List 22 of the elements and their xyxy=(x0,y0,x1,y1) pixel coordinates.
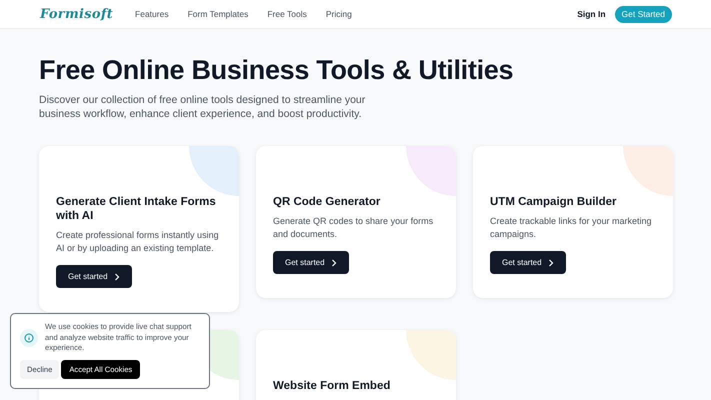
card-title: Generate Client Intake Forms with AI xyxy=(56,195,217,223)
sign-in-link[interactable]: Sign In xyxy=(577,9,606,19)
card-description: Create professional forms instantly using AI or by uploading an existing template. xyxy=(56,229,220,255)
card-title: QR Code Generator xyxy=(273,195,382,209)
page-subtitle: Discover our collection of free online tools designed to streamline your business workflow, enhance client experience, and boost productivity. xyxy=(39,93,366,121)
chevron-right-icon xyxy=(114,272,120,280)
card-title: UTM Campaign Builder xyxy=(490,195,618,209)
nav-link[interactable]: Pricing xyxy=(326,9,352,19)
nav-link[interactable]: Form Templates xyxy=(188,9,248,19)
get-started-button[interactable]: Get started xyxy=(490,251,566,274)
get-started-button[interactable]: Get started xyxy=(56,265,132,288)
card-description: Create trackable links for your marketing campaigns. xyxy=(490,215,653,241)
nav-link[interactable]: Features xyxy=(135,9,169,19)
chevron-right-icon xyxy=(548,258,554,266)
page-title: Free Online Business Tools & Utilities xyxy=(39,55,514,86)
nav-link[interactable]: Free Tools xyxy=(267,9,307,19)
chevron-right-icon xyxy=(330,258,337,266)
card-title: Website Form Embed xyxy=(273,379,392,393)
get-started-button[interactable]: Get started xyxy=(273,251,349,274)
card-description: Generate QR codes to share your forms and documents. xyxy=(273,215,434,241)
logo[interactable]: Formisoft xyxy=(40,6,114,22)
info-icon xyxy=(20,328,38,347)
